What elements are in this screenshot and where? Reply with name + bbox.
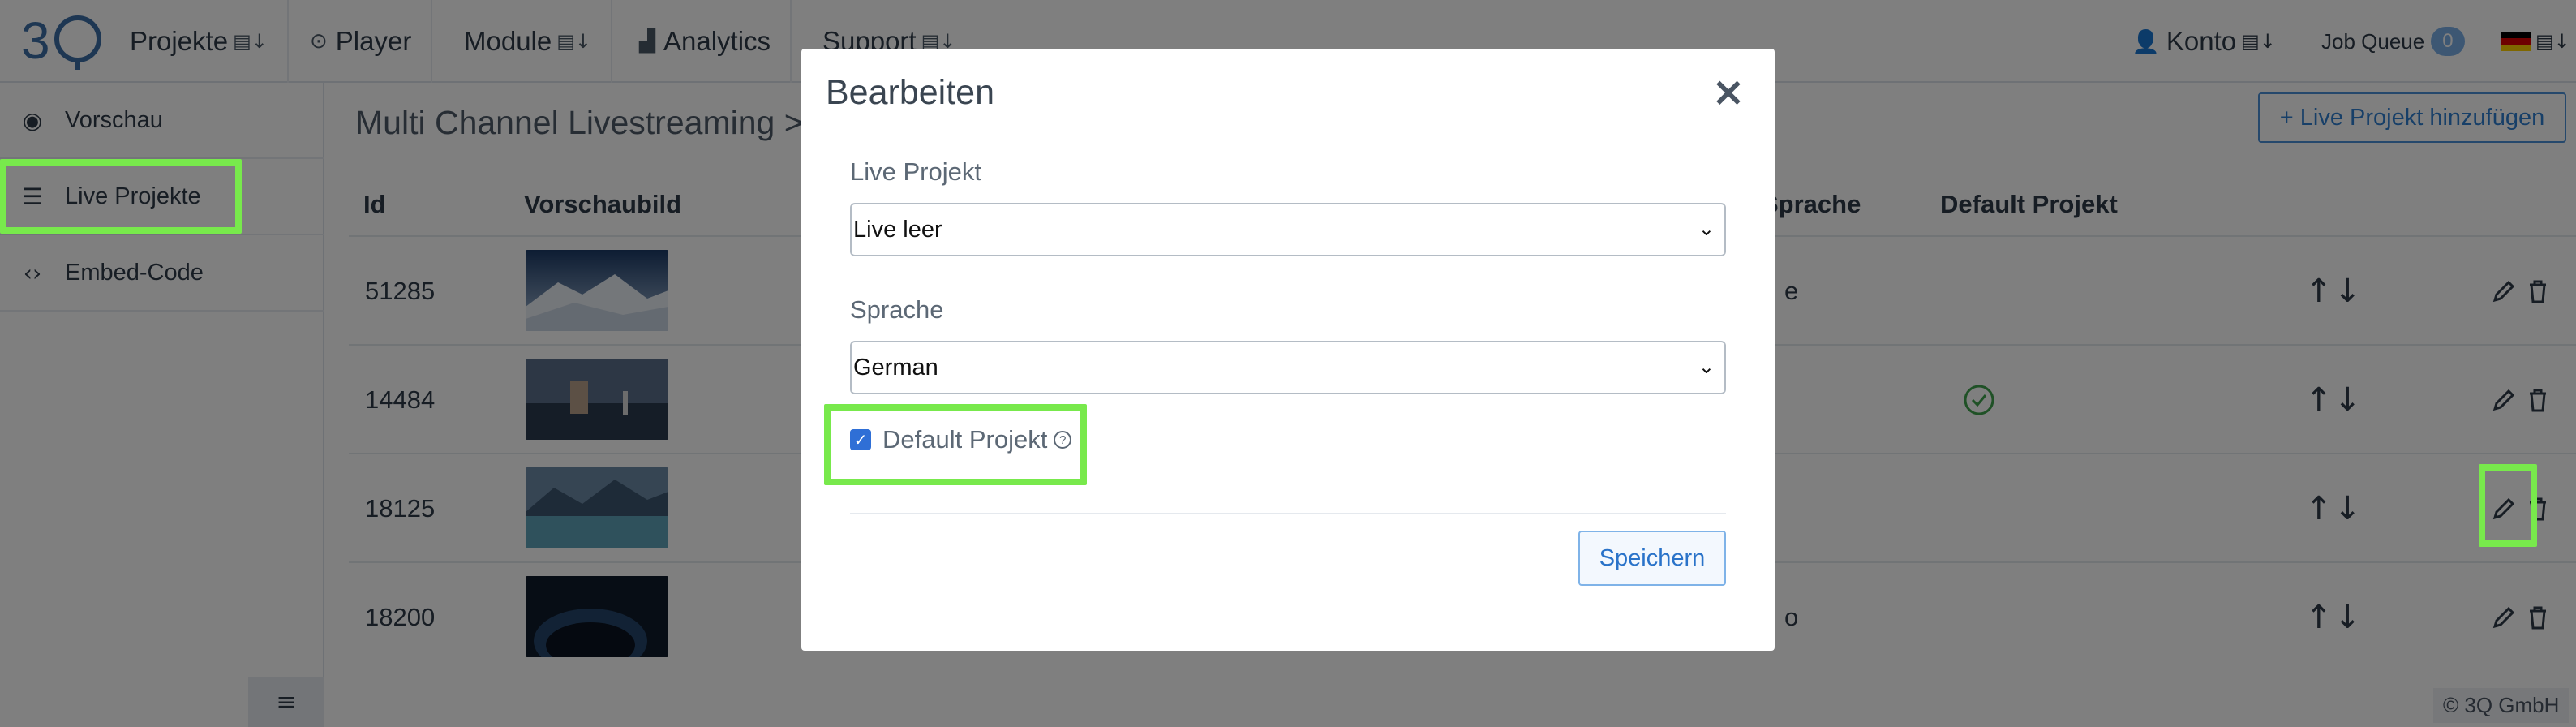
close-icon[interactable]: × bbox=[1711, 68, 1745, 115]
highlight-box bbox=[0, 159, 242, 234]
save-button[interactable]: Speichern bbox=[1578, 531, 1726, 586]
highlight-box bbox=[824, 404, 1087, 485]
live-project-label: Live Projekt bbox=[850, 157, 981, 186]
chevron-down-icon: ⌄ bbox=[1698, 217, 1715, 240]
live-project-value: Live leer bbox=[853, 216, 942, 243]
highlight-box bbox=[2479, 464, 2537, 547]
language-value: German bbox=[853, 354, 938, 381]
chevron-down-icon: ⌄ bbox=[1698, 355, 1715, 378]
live-project-select[interactable]: Live leer ⌄ bbox=[850, 203, 1726, 256]
language-select[interactable]: German ⌄ bbox=[850, 341, 1726, 394]
language-label: Sprache bbox=[850, 295, 944, 324]
edit-modal: Bearbeiten × Live Projekt Live leer ⌄ Sp… bbox=[801, 49, 1775, 651]
modal-divider bbox=[850, 513, 1726, 514]
modal-title: Bearbeiten bbox=[826, 73, 994, 112]
